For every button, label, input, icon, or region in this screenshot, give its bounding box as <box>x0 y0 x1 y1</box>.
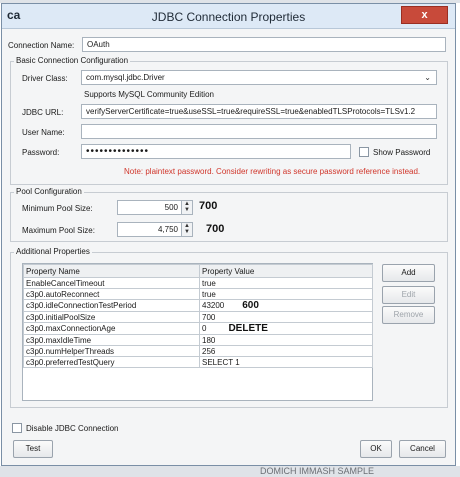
min-pool-size-label: Minimum Pool Size: <box>22 204 93 213</box>
show-password-label: Show Password <box>373 148 431 157</box>
property-value: 180 <box>199 334 373 346</box>
property-value: 0 DELETE <box>199 322 373 335</box>
password-warning: Note: plaintext password. Consider rewri… <box>124 167 421 176</box>
property-value-text: 43200 <box>202 301 225 310</box>
user-name-label: User Name: <box>22 128 65 137</box>
test-button[interactable]: Test <box>13 440 53 458</box>
property-value-text: 0 <box>202 324 207 333</box>
min-pool-size-stepper[interactable]: ▲ ▼ <box>181 200 193 215</box>
properties-table: Property Name Property Value EnableCance… <box>23 264 373 368</box>
jdbc-dialog: ca JDBC Connection Properties x Connecti… <box>1 3 456 466</box>
table-row[interactable]: c3p0.preferredTestQuery SELECT 1 <box>23 356 373 368</box>
jdbc-url-input[interactable]: verifyServerCertificate=true&useSSL=true… <box>81 104 437 119</box>
table-row[interactable]: c3p0.idleConnectionTestPeriod 43200 600 <box>23 299 373 312</box>
table-row[interactable]: EnableCancelTimeout true <box>23 277 373 289</box>
pool-config-legend: Pool Configuration <box>14 187 84 196</box>
max-pool-size-label: Maximum Pool Size: <box>22 226 95 235</box>
connection-name-label: Connection Name: <box>8 41 75 50</box>
table-row[interactable]: c3p0.maxIdleTime 180 <box>23 334 373 346</box>
table-header-row: Property Name Property Value <box>23 264 373 278</box>
chevron-down-icon: ⌄ <box>424 73 431 82</box>
min-pool-size-input[interactable]: 500 <box>117 200 182 215</box>
property-value: 43200 600 <box>199 299 373 312</box>
disable-jdbc-label: Disable JDBC Connection <box>26 424 119 433</box>
title-bar: ca JDBC Connection Properties x <box>2 4 455 29</box>
property-value: SELECT 1 <box>199 356 373 368</box>
remove-button[interactable]: Remove <box>382 306 435 324</box>
property-value: true <box>199 277 373 289</box>
background-bottom: DOMICH IMMASH SAMPLE <box>0 466 460 477</box>
min-pool-size-annotation: 700 <box>199 200 218 212</box>
add-button[interactable]: Add <box>382 264 435 282</box>
property-value: 256 <box>199 345 373 357</box>
column-header-name[interactable]: Property Name <box>23 264 200 278</box>
table-row[interactable]: c3p0.maxConnectionAge 0 DELETE <box>23 322 373 335</box>
close-button[interactable]: x <box>401 6 448 24</box>
driver-note: Supports MySQL Community Edition <box>84 90 214 99</box>
max-pool-size-input[interactable]: 4,750 <box>117 222 182 237</box>
show-password-checkbox[interactable] <box>359 147 369 157</box>
property-name: c3p0.numHelperThreads <box>23 345 200 357</box>
additional-props-legend: Additional Properties <box>14 247 92 256</box>
table-row[interactable]: c3p0.autoReconnect true <box>23 288 373 300</box>
edit-button[interactable]: Edit <box>382 286 435 304</box>
table-row[interactable]: c3p0.initialPoolSize 700 <box>23 311 373 323</box>
property-name: EnableCancelTimeout <box>23 277 200 289</box>
property-value: 700 <box>199 311 373 323</box>
ok-button[interactable]: OK <box>360 440 392 458</box>
stepper-down-icon[interactable]: ▼ <box>182 229 192 235</box>
properties-table-frame: Property Name Property Value EnableCance… <box>22 263 373 401</box>
row-annotation: DELETE <box>228 323 268 334</box>
column-header-value[interactable]: Property Value <box>199 264 373 278</box>
max-pool-size-stepper[interactable]: ▲ ▼ <box>181 222 193 237</box>
disable-jdbc-checkbox[interactable] <box>12 423 22 433</box>
max-pool-size-annotation: 700 <box>206 223 225 235</box>
driver-class-value: com.mysql.jdbc.Driver <box>86 73 165 82</box>
background-text: DOMICH IMMASH SAMPLE <box>260 466 375 476</box>
cancel-button[interactable]: Cancel <box>399 440 446 458</box>
property-value: true <box>199 288 373 300</box>
property-name: c3p0.autoReconnect <box>23 288 200 300</box>
property-name: c3p0.initialPoolSize <box>23 311 200 323</box>
table-row[interactable]: c3p0.numHelperThreads 256 <box>23 345 373 357</box>
driver-class-label: Driver Class: <box>22 74 68 83</box>
row-annotation: 600 <box>242 300 259 311</box>
jdbc-url-label: JDBC URL: <box>22 108 64 117</box>
property-name: c3p0.idleConnectionTestPeriod <box>23 299 200 312</box>
driver-class-select[interactable]: com.mysql.jdbc.Driver ⌄ <box>81 70 437 85</box>
connection-name-input[interactable]: OAuth <box>82 37 446 52</box>
user-name-input[interactable] <box>81 124 437 139</box>
password-label: Password: <box>22 148 60 157</box>
stepper-down-icon[interactable]: ▼ <box>182 207 192 213</box>
property-name: c3p0.preferredTestQuery <box>23 356 200 368</box>
password-input[interactable]: •••••••••••••• <box>81 144 351 159</box>
window-title: JDBC Connection Properties <box>151 10 306 24</box>
basic-config-legend: Basic Connection Configuration <box>14 56 131 65</box>
property-name: c3p0.maxConnectionAge <box>23 322 200 335</box>
property-name: c3p0.maxIdleTime <box>23 334 200 346</box>
